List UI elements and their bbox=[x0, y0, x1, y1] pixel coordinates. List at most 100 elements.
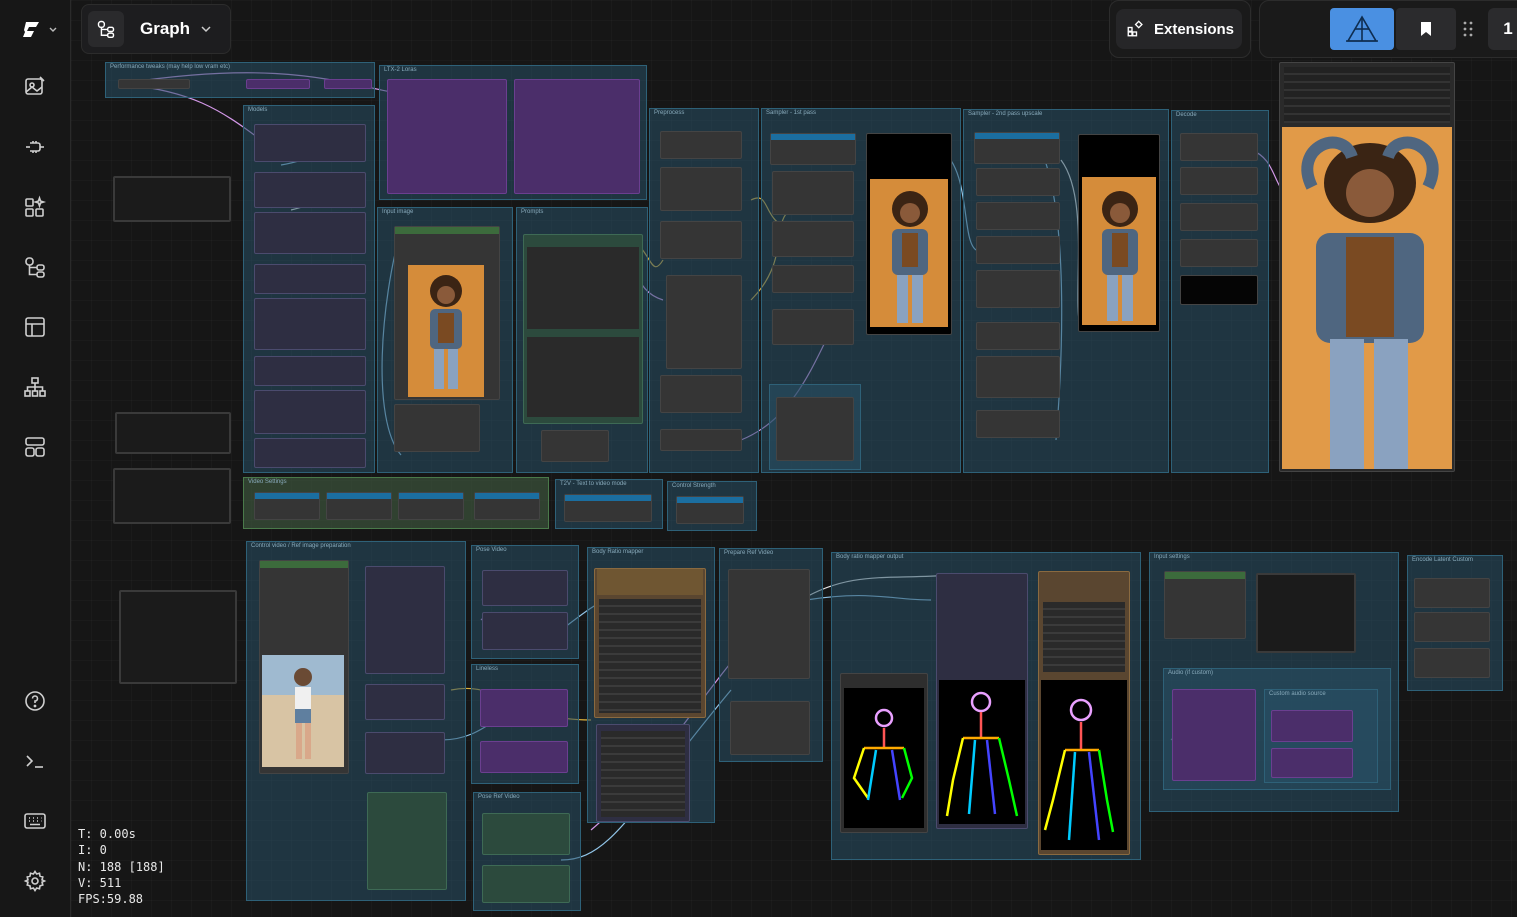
node[interactable] bbox=[482, 612, 568, 650]
node[interactable] bbox=[118, 79, 190, 89]
node[interactable] bbox=[772, 171, 854, 215]
node[interactable] bbox=[676, 496, 744, 524]
model-node[interactable] bbox=[254, 264, 366, 294]
app-logo-button[interactable] bbox=[20, 16, 60, 44]
node[interactable] bbox=[482, 813, 570, 855]
group-lineless[interactable]: Lineless bbox=[471, 664, 579, 784]
group-models[interactable]: Models bbox=[243, 105, 375, 473]
node[interactable] bbox=[1256, 573, 1356, 653]
sidebar-item-workflows[interactable] bbox=[17, 249, 53, 285]
node[interactable] bbox=[113, 468, 231, 524]
node[interactable] bbox=[541, 430, 609, 462]
video-output-node[interactable] bbox=[1279, 62, 1455, 472]
node[interactable] bbox=[728, 569, 810, 679]
node[interactable] bbox=[564, 494, 652, 522]
node[interactable] bbox=[1414, 578, 1490, 608]
node[interactable] bbox=[976, 322, 1060, 350]
sidebar-item-node-map[interactable] bbox=[17, 369, 53, 405]
node[interactable] bbox=[1414, 612, 1490, 642]
group-body-ratio-mapper[interactable]: Body Ratio mapper bbox=[587, 547, 715, 823]
pose-preview-node[interactable] bbox=[1038, 571, 1130, 855]
sidebar-item-terminal[interactable] bbox=[17, 743, 53, 779]
model-node[interactable] bbox=[254, 212, 366, 254]
node[interactable] bbox=[660, 167, 742, 211]
node[interactable] bbox=[976, 202, 1060, 230]
group-prompts[interactable]: Prompts bbox=[516, 207, 648, 473]
sidebar-item-keyboard[interactable] bbox=[17, 803, 53, 839]
node[interactable] bbox=[398, 492, 464, 520]
graph-canvas[interactable]: Graph Extensions 1 Performance tweaks (m… bbox=[71, 0, 1517, 917]
lora-node[interactable] bbox=[514, 79, 640, 194]
drag-handle-icon[interactable] bbox=[1462, 19, 1474, 44]
node[interactable] bbox=[115, 412, 231, 454]
group-body-ratio-output[interactable]: Body ratio mapper output bbox=[831, 552, 1141, 860]
positive-prompt-text[interactable] bbox=[527, 247, 639, 329]
bookmark-button[interactable] bbox=[1396, 8, 1456, 50]
node[interactable] bbox=[474, 492, 540, 520]
node[interactable] bbox=[660, 131, 742, 159]
group-sampler-sub[interactable] bbox=[769, 384, 861, 470]
ref-image-node[interactable] bbox=[259, 560, 349, 774]
model-node[interactable] bbox=[254, 172, 366, 208]
sidebar-item-nodes[interactable] bbox=[17, 189, 53, 225]
node[interactable] bbox=[254, 492, 320, 520]
node[interactable] bbox=[1180, 167, 1258, 195]
node[interactable] bbox=[1180, 133, 1258, 161]
group-decode[interactable]: Decode bbox=[1171, 110, 1269, 473]
group-pose-video[interactable]: Pose Video bbox=[471, 545, 579, 659]
node[interactable] bbox=[772, 221, 854, 257]
node[interactable] bbox=[367, 792, 447, 890]
extensions-button[interactable]: Extensions bbox=[1116, 9, 1242, 49]
model-node[interactable] bbox=[254, 390, 366, 434]
negative-prompt-text[interactable] bbox=[527, 337, 639, 417]
load-image-node[interactable] bbox=[394, 226, 500, 400]
group-prepare-ref-video[interactable]: Prepare Ref Video bbox=[719, 548, 823, 762]
group-control-strength[interactable]: Control Strength bbox=[667, 481, 757, 531]
group-video-settings[interactable]: Video Settings bbox=[243, 477, 549, 529]
sidebar-item-images[interactable] bbox=[17, 69, 53, 105]
node[interactable] bbox=[365, 732, 445, 774]
group-audio[interactable]: Audio (if custom) Custom audio source bbox=[1163, 668, 1391, 790]
group-preprocess[interactable]: Preprocess bbox=[649, 108, 759, 473]
group-performance[interactable]: Performance tweaks (may help low vram et… bbox=[105, 62, 375, 98]
lora-node[interactable] bbox=[387, 79, 507, 194]
model-node[interactable] bbox=[254, 124, 366, 162]
queue-count-button[interactable]: 1 bbox=[1488, 8, 1517, 50]
node[interactable] bbox=[119, 590, 237, 684]
node[interactable] bbox=[976, 410, 1060, 438]
node[interactable] bbox=[1271, 710, 1353, 742]
workflow-menu-button[interactable]: Graph bbox=[81, 4, 231, 54]
model-node[interactable] bbox=[254, 356, 366, 386]
group-input-image[interactable]: Input image bbox=[377, 207, 513, 473]
node[interactable] bbox=[1164, 571, 1246, 639]
node[interactable] bbox=[772, 265, 854, 293]
model-node[interactable] bbox=[254, 438, 366, 468]
node[interactable] bbox=[660, 429, 742, 451]
model-node[interactable] bbox=[254, 298, 366, 350]
group-t2v[interactable]: T2V - Text to video mode bbox=[555, 479, 663, 529]
sidebar-item-models[interactable] bbox=[17, 129, 53, 165]
node[interactable] bbox=[976, 168, 1060, 196]
node[interactable] bbox=[324, 79, 372, 89]
node[interactable] bbox=[365, 684, 445, 720]
sidebar-item-settings[interactable] bbox=[17, 863, 53, 899]
node[interactable] bbox=[1172, 689, 1256, 781]
node[interactable] bbox=[594, 568, 706, 718]
group-custom-audio[interactable]: Custom audio source bbox=[1264, 689, 1378, 783]
group-control-video[interactable]: Control video / Ref image preparation bbox=[246, 541, 466, 901]
node[interactable] bbox=[480, 741, 568, 773]
node[interactable] bbox=[482, 865, 570, 903]
node[interactable] bbox=[730, 701, 810, 755]
node[interactable] bbox=[365, 566, 445, 674]
node[interactable] bbox=[974, 132, 1060, 164]
node[interactable] bbox=[776, 397, 854, 461]
node[interactable] bbox=[113, 176, 231, 222]
node[interactable] bbox=[482, 570, 568, 606]
node[interactable] bbox=[976, 236, 1060, 264]
node[interactable] bbox=[772, 309, 854, 345]
node[interactable] bbox=[660, 375, 742, 413]
node[interactable] bbox=[666, 275, 742, 369]
node[interactable] bbox=[1180, 275, 1258, 305]
sidebar-item-templates[interactable] bbox=[17, 309, 53, 345]
node[interactable] bbox=[326, 492, 392, 520]
